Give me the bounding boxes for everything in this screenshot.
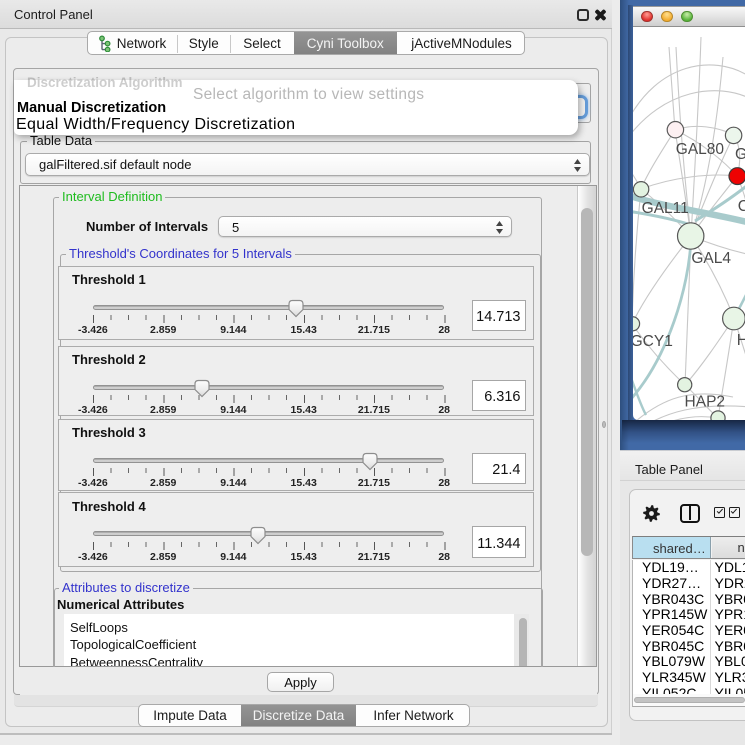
svg-text:GA: GA (735, 146, 745, 163)
svg-text:HAP2: HAP2 (685, 393, 726, 410)
svg-text:GAL11: GAL11 (642, 200, 689, 217)
svg-text:H: H (737, 332, 745, 349)
svg-text:GAL80: GAL80 (676, 141, 725, 158)
svg-text:GCY1: GCY1 (633, 333, 673, 350)
svg-text:C: C (738, 198, 745, 215)
svg-text:GAL4: GAL4 (691, 250, 731, 267)
